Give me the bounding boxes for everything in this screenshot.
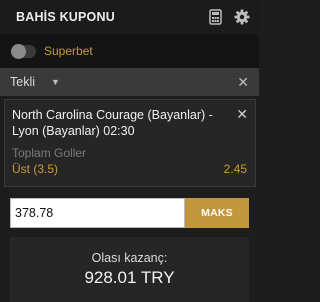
clear-all-close-icon[interactable]: ✕ <box>237 74 249 90</box>
odds-value: 2.45 <box>223 162 247 176</box>
calculator-icon[interactable] <box>209 9 222 25</box>
selection-name: Üst (3.5) <box>12 162 59 176</box>
remove-bet-close-icon[interactable]: ✕ <box>236 106 248 122</box>
potential-winnings-label: Olası kazanç: <box>91 251 168 265</box>
bet-type-selected: Tekli <box>10 75 36 89</box>
stake-row: MAKS <box>10 198 249 228</box>
bet-selection-card: North Carolina Courage (Bayanlar) - Lyon… <box>4 99 256 187</box>
superbet-toggle[interactable] <box>11 43 36 59</box>
header-icons <box>209 9 250 25</box>
bet-type-dropdown[interactable]: Tekli ▼ ✕ <box>0 68 259 96</box>
max-stake-button[interactable]: MAKS <box>185 198 249 228</box>
market-name: Toplam Goller <box>12 146 87 160</box>
betslip-header: BAHİS KUPONU <box>0 0 259 34</box>
potential-winnings-panel: Olası kazanç: 928.01 TRY <box>10 237 249 302</box>
potential-winnings-amount: 928.01 TRY <box>84 268 175 287</box>
toggle-knob <box>11 43 26 59</box>
superbet-label: Superbet <box>44 44 93 58</box>
chevron-down-icon: ▼ <box>51 77 60 87</box>
stake-input[interactable] <box>10 198 185 228</box>
gear-icon[interactable] <box>234 9 250 25</box>
match-name: North Carolina Courage (Bayanlar) - Lyon… <box>12 108 213 138</box>
betslip-title: BAHİS KUPONU <box>16 10 115 24</box>
superbet-row: Superbet <box>0 34 259 68</box>
